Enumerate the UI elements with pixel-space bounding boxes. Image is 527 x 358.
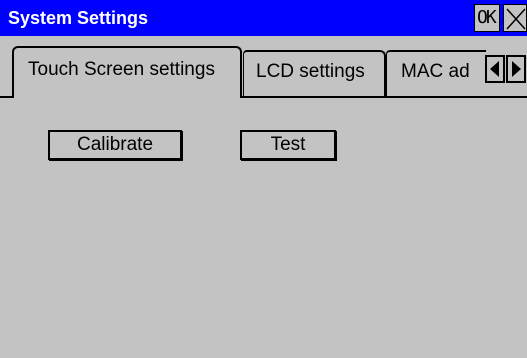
arrow-left-icon bbox=[490, 61, 499, 77]
window-title: System Settings bbox=[8, 8, 149, 28]
tab-lcd-settings[interactable]: LCD settings bbox=[243, 50, 386, 96]
tab-label: Touch Screen settings bbox=[28, 59, 215, 80]
tab-scroll-right-button[interactable] bbox=[506, 55, 526, 83]
tab-scroll-left-button[interactable] bbox=[485, 55, 505, 83]
tab-panel-border-left bbox=[0, 96, 12, 98]
tab-label: LCD settings bbox=[256, 61, 365, 82]
tab-touch-screen-settings[interactable]: Touch Screen settings bbox=[12, 46, 242, 98]
tab-mac-address[interactable]: MAC ad bbox=[386, 50, 486, 96]
ok-button[interactable]: OK bbox=[474, 4, 500, 32]
ok-label: OK bbox=[477, 7, 497, 28]
tab-panel-border-right bbox=[242, 96, 527, 98]
arrow-right-icon bbox=[512, 61, 521, 77]
close-button[interactable] bbox=[503, 4, 527, 32]
tab-label: MAC ad bbox=[401, 61, 470, 82]
test-button[interactable]: Test bbox=[240, 130, 336, 160]
close-icon bbox=[506, 8, 526, 30]
calibrate-button[interactable]: Calibrate bbox=[48, 130, 182, 160]
title-bar: System Settings OK bbox=[0, 0, 527, 36]
